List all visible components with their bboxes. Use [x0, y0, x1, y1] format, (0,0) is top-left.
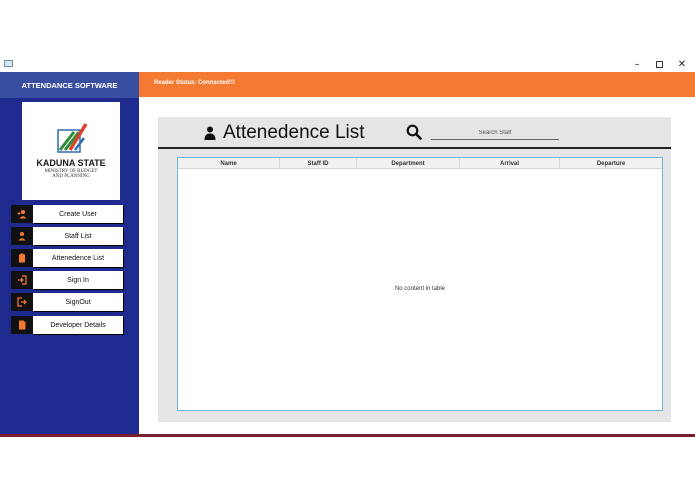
sidebar: ATTENDANCE SOFTWARE KADUNA STATE MINISTR… [0, 72, 139, 434]
sidebar-item-sign-in[interactable]: Sign In [11, 271, 123, 289]
person-icon [204, 126, 216, 140]
sign-in-icon [11, 271, 33, 289]
person-icon [11, 227, 33, 245]
search-icon[interactable] [406, 124, 422, 140]
clipboard-icon [11, 249, 33, 267]
add-user-icon [11, 205, 33, 223]
maximize-icon [655, 60, 663, 68]
sidebar-title: ATTENDANCE SOFTWARE [0, 72, 139, 98]
logo-mark-icon [57, 123, 88, 153]
column-header-departure[interactable]: Departure [560, 158, 662, 169]
close-icon: ✕ [677, 58, 687, 70]
title-bar: – ✕ [0, 56, 695, 72]
attendance-panel: Attenedence List Name Staff ID Departmen… [158, 117, 671, 422]
reader-status: Reader Status: Connected!!! [154, 80, 236, 86]
sidebar-item-label: Staff List [33, 227, 123, 245]
sidebar-item-label: Sign In [33, 271, 123, 289]
document-icon [11, 316, 33, 334]
sidebar-item-label: Create User [33, 205, 123, 223]
logo-subtitle: AND PLANNING [52, 174, 90, 179]
sidebar-item-create-user[interactable]: Create User [11, 205, 123, 223]
window-bottom-border [0, 434, 695, 437]
column-header-department[interactable]: Department [357, 158, 460, 169]
sidebar-item-label: Developer Details [33, 316, 123, 334]
ministry-logo: KADUNA STATE MINISTRY OF BUDGET AND PLAN… [22, 102, 120, 200]
main-content: Attenedence List Name Staff ID Departmen… [139, 97, 695, 434]
search-input[interactable] [431, 126, 559, 140]
page-title: Attenedence List [223, 122, 365, 143]
column-header-name[interactable]: Name [178, 158, 280, 169]
sidebar-item-developer-details[interactable]: Developer Details [11, 316, 123, 334]
app-window: – ✕ ATTENDANCE SOFTWARE KADUNA STATE MIN… [0, 56, 695, 438]
sign-out-icon [11, 293, 33, 311]
attendance-table[interactable]: Name Staff ID Department Arrival Departu… [177, 157, 663, 411]
status-bar: Reader Status: Connected!!! [139, 72, 695, 97]
sidebar-item-sign-out[interactable]: SignOut [11, 293, 123, 311]
sidebar-item-attendance-list[interactable]: Attenedence List [11, 249, 123, 267]
sidebar-item-label: SignOut [33, 293, 123, 311]
column-header-staff-id[interactable]: Staff ID [280, 158, 357, 169]
minimize-button[interactable]: – [626, 56, 648, 72]
close-button[interactable]: ✕ [671, 56, 693, 72]
table-header: Name Staff ID Department Arrival Departu… [178, 158, 662, 169]
maximize-button[interactable] [648, 56, 670, 72]
header-divider [158, 147, 671, 149]
minimize-icon: – [634, 58, 640, 70]
logo-title: KADUNA STATE [36, 158, 106, 168]
column-header-arrival[interactable]: Arrival [460, 158, 560, 169]
empty-table-message: No content in table [394, 286, 446, 292]
app-icon [4, 60, 13, 67]
sidebar-item-label: Attenedence List [33, 249, 123, 267]
sidebar-item-staff-list[interactable]: Staff List [11, 227, 123, 245]
